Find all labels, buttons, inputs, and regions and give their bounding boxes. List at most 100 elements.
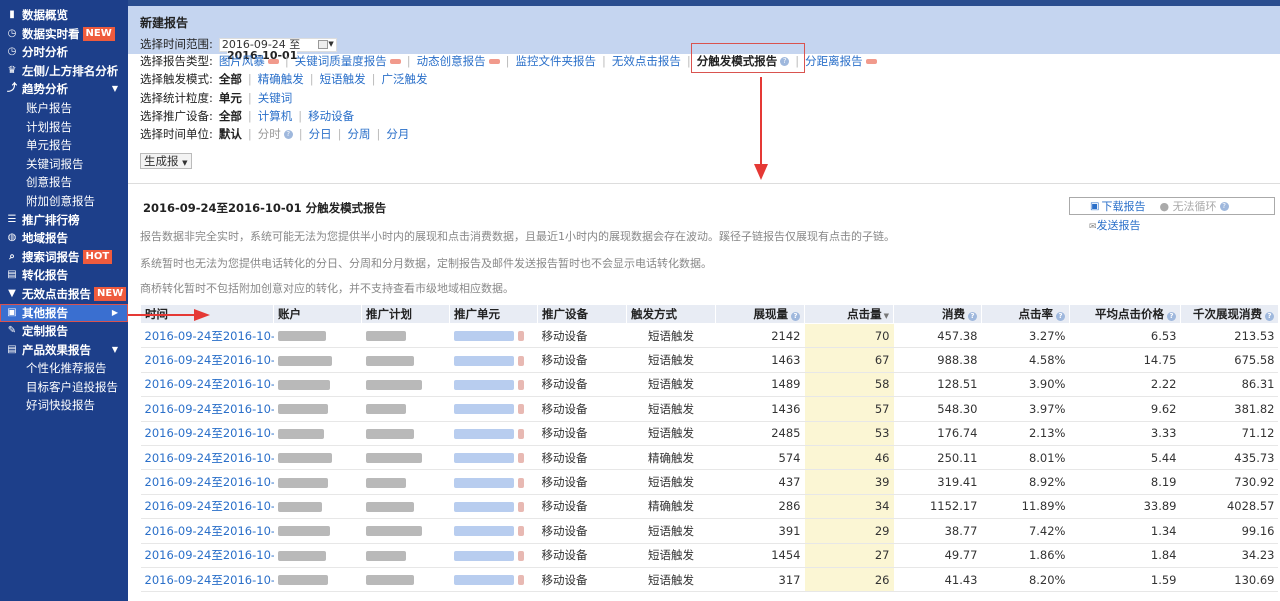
sidebar-item[interactable]: ◷ 数据实时看 NEW	[0, 25, 128, 44]
column-header[interactable]: 展现量?	[715, 304, 805, 324]
time-cell[interactable]: 2016-09-24至2016-10-01	[140, 494, 274, 520]
column-header[interactable]: 推广单元	[449, 304, 538, 324]
sidebar-item[interactable]: 目标客户追投报告	[0, 378, 128, 397]
sidebar-item[interactable]: ♛ 左侧/上方排名分析	[0, 62, 128, 81]
help-icon[interactable]: ?	[1219, 201, 1229, 211]
clicks-cell: 58	[804, 372, 894, 398]
ctr-cell: 2.13%	[981, 421, 1070, 446]
time-cell[interactable]: 2016-09-24至2016-10-01	[140, 347, 274, 373]
column-header[interactable]: 时间	[140, 304, 274, 324]
report-option[interactable]: 分距离报告	[805, 53, 863, 70]
cpc-cell: 9.62	[1069, 396, 1181, 422]
column-header[interactable]: 触发方式	[626, 304, 716, 324]
table-row: 2016-09-24至2016-10-01 移动设备短语触发3172641.438…	[140, 567, 1278, 593]
doc-icon: ▤	[7, 269, 17, 281]
column-header[interactable]: 推广计划	[361, 304, 450, 324]
device-row: 选择推广设备: 全部 | 计算机 | 移动设备	[140, 108, 354, 125]
sidebar-item[interactable]: ✎ 定制报告	[0, 322, 128, 341]
send-report-link[interactable]: ✉发送报告	[1089, 217, 1141, 233]
selected-option[interactable]: 全部	[219, 108, 242, 125]
column-header[interactable]: 推广设备	[537, 304, 627, 324]
report-option[interactable]: 关键词质量度报告	[295, 53, 387, 70]
help-icon[interactable]: ?	[968, 312, 977, 321]
status-badge: NEW	[94, 287, 127, 302]
sidebar-item[interactable]: ⌕ 搜索词报告 HOT	[0, 248, 128, 267]
redacted-value	[365, 526, 422, 537]
sidebar-item[interactable]: 个性化推荐报告	[0, 359, 128, 378]
highlight-annotation-box	[691, 43, 805, 73]
sidebar-item[interactable]: 账户报告	[0, 99, 128, 118]
no-cycle-option[interactable]: ● 无法循环	[1159, 198, 1216, 214]
report-option[interactable]: 动态创意报告	[417, 53, 486, 70]
time-cell[interactable]: 2016-09-24至2016-10-01	[140, 372, 274, 398]
sidebar-item-label: 定制报告	[22, 324, 68, 339]
time-cell[interactable]: 2016-09-24至2016-10-01	[140, 421, 274, 446]
device-cell: 移动设备	[537, 567, 627, 593]
selected-option[interactable]: 默认	[219, 126, 242, 143]
report-option[interactable]: 分日	[309, 126, 332, 143]
time-cell[interactable]: 2016-09-24至2016-10-01	[140, 543, 274, 568]
sidebar-item[interactable]: 单元报告	[0, 136, 128, 155]
generate-report-button[interactable]: 生成报 ▼	[140, 153, 192, 169]
report-option[interactable]: 监控文件夹报告	[516, 53, 597, 70]
sidebar-item[interactable]: 计划报告	[0, 118, 128, 137]
report-option[interactable]: 计算机	[258, 108, 293, 125]
time-cell[interactable]: 2016-09-24至2016-10-01	[140, 518, 274, 544]
download-report-link[interactable]: 下载报告	[1101, 198, 1145, 214]
report-option[interactable]: 分周	[348, 126, 371, 143]
column-header[interactable]: 点击量 ▼	[804, 304, 894, 324]
report-option[interactable]: 分月	[386, 126, 409, 143]
help-icon[interactable]: ?	[791, 312, 800, 321]
ctr-cell: 8.01%	[981, 445, 1070, 471]
column-header[interactable]: 消费?	[893, 304, 982, 324]
sidebar-item[interactable]: ▮ 数据概览	[0, 6, 128, 25]
report-option[interactable]: 无效点击报告	[612, 53, 681, 70]
help-icon[interactable]: ?	[1056, 312, 1065, 321]
column-header[interactable]: 点击率?	[981, 304, 1070, 324]
sidebar-item[interactable]: ▤ 产品效果报告 ▼	[0, 341, 128, 360]
sidebar-item[interactable]: 好词快投报告	[0, 396, 128, 415]
sidebar-item[interactable]: 创意报告	[0, 173, 128, 192]
time-cell[interactable]: 2016-09-24至2016-10-01	[140, 445, 274, 471]
clicks-cell: 29	[804, 518, 894, 544]
time-cell[interactable]: 2016-09-24至2016-10-01	[140, 469, 274, 495]
sidebar-item[interactable]: ▣ 其他报告 ▶	[0, 303, 128, 323]
sidebar-item[interactable]: ☰ 推广排行榜	[0, 211, 128, 230]
separator: |	[247, 91, 252, 105]
sidebar-item[interactable]: ▤ 转化报告	[0, 266, 128, 285]
column-header[interactable]: 平均点击价格?	[1069, 304, 1181, 324]
time-cell[interactable]: 2016-09-24至2016-10-01	[140, 567, 274, 593]
redacted-value	[365, 501, 414, 512]
cpm-cell: 435.73	[1180, 445, 1278, 471]
time-cell[interactable]: 2016-09-24至2016-10-01	[140, 396, 274, 422]
sidebar-item[interactable]: 关键词报告	[0, 155, 128, 174]
account-cell	[273, 421, 362, 446]
help-icon[interactable]: ?	[283, 130, 293, 139]
column-header[interactable]: 账户	[273, 304, 362, 324]
calendar-icon[interactable]	[318, 40, 329, 49]
sidebar-item[interactable]: 附加创意报告	[0, 192, 128, 211]
report-option[interactable]: 短语触发	[320, 71, 366, 88]
report-option[interactable]: 移动设备	[308, 108, 354, 125]
chevron-down-icon[interactable]: ▼	[328, 36, 333, 53]
report-option[interactable]: 精确触发	[258, 71, 304, 88]
report-option[interactable]: 广泛触发	[382, 71, 428, 88]
redacted-tag	[517, 501, 524, 512]
sidebar-item[interactable]: ⤴ 趋势分析 ▼	[0, 80, 128, 99]
help-icon[interactable]: ?	[1265, 312, 1274, 321]
column-header-label: 消费	[942, 307, 965, 321]
column-header[interactable]: 千次展现消费?	[1180, 304, 1278, 324]
help-icon[interactable]: ?	[1167, 312, 1176, 321]
selected-option[interactable]: 单元	[219, 90, 242, 107]
redacted-value	[365, 550, 406, 561]
sidebar-item[interactable]: ▼ 无效点击报告 NEW	[0, 285, 128, 304]
selected-option[interactable]: 全部	[219, 71, 242, 88]
time-cell[interactable]: 2016-09-24至2016-10-01	[140, 323, 274, 349]
sidebar-item[interactable]: ◍ 地域报告	[0, 229, 128, 248]
impressions-cell: 1489	[715, 372, 805, 398]
table-row: 2016-09-24至2016-10-01 移动设备精确触发286341152.1…	[140, 494, 1278, 520]
report-option[interactable]: 图片风暴	[219, 53, 265, 70]
ctr-cell: 4.58%	[981, 347, 1070, 373]
report-option[interactable]: 关键词	[258, 90, 293, 107]
sidebar-item[interactable]: ◷ 分时分析	[0, 43, 128, 62]
